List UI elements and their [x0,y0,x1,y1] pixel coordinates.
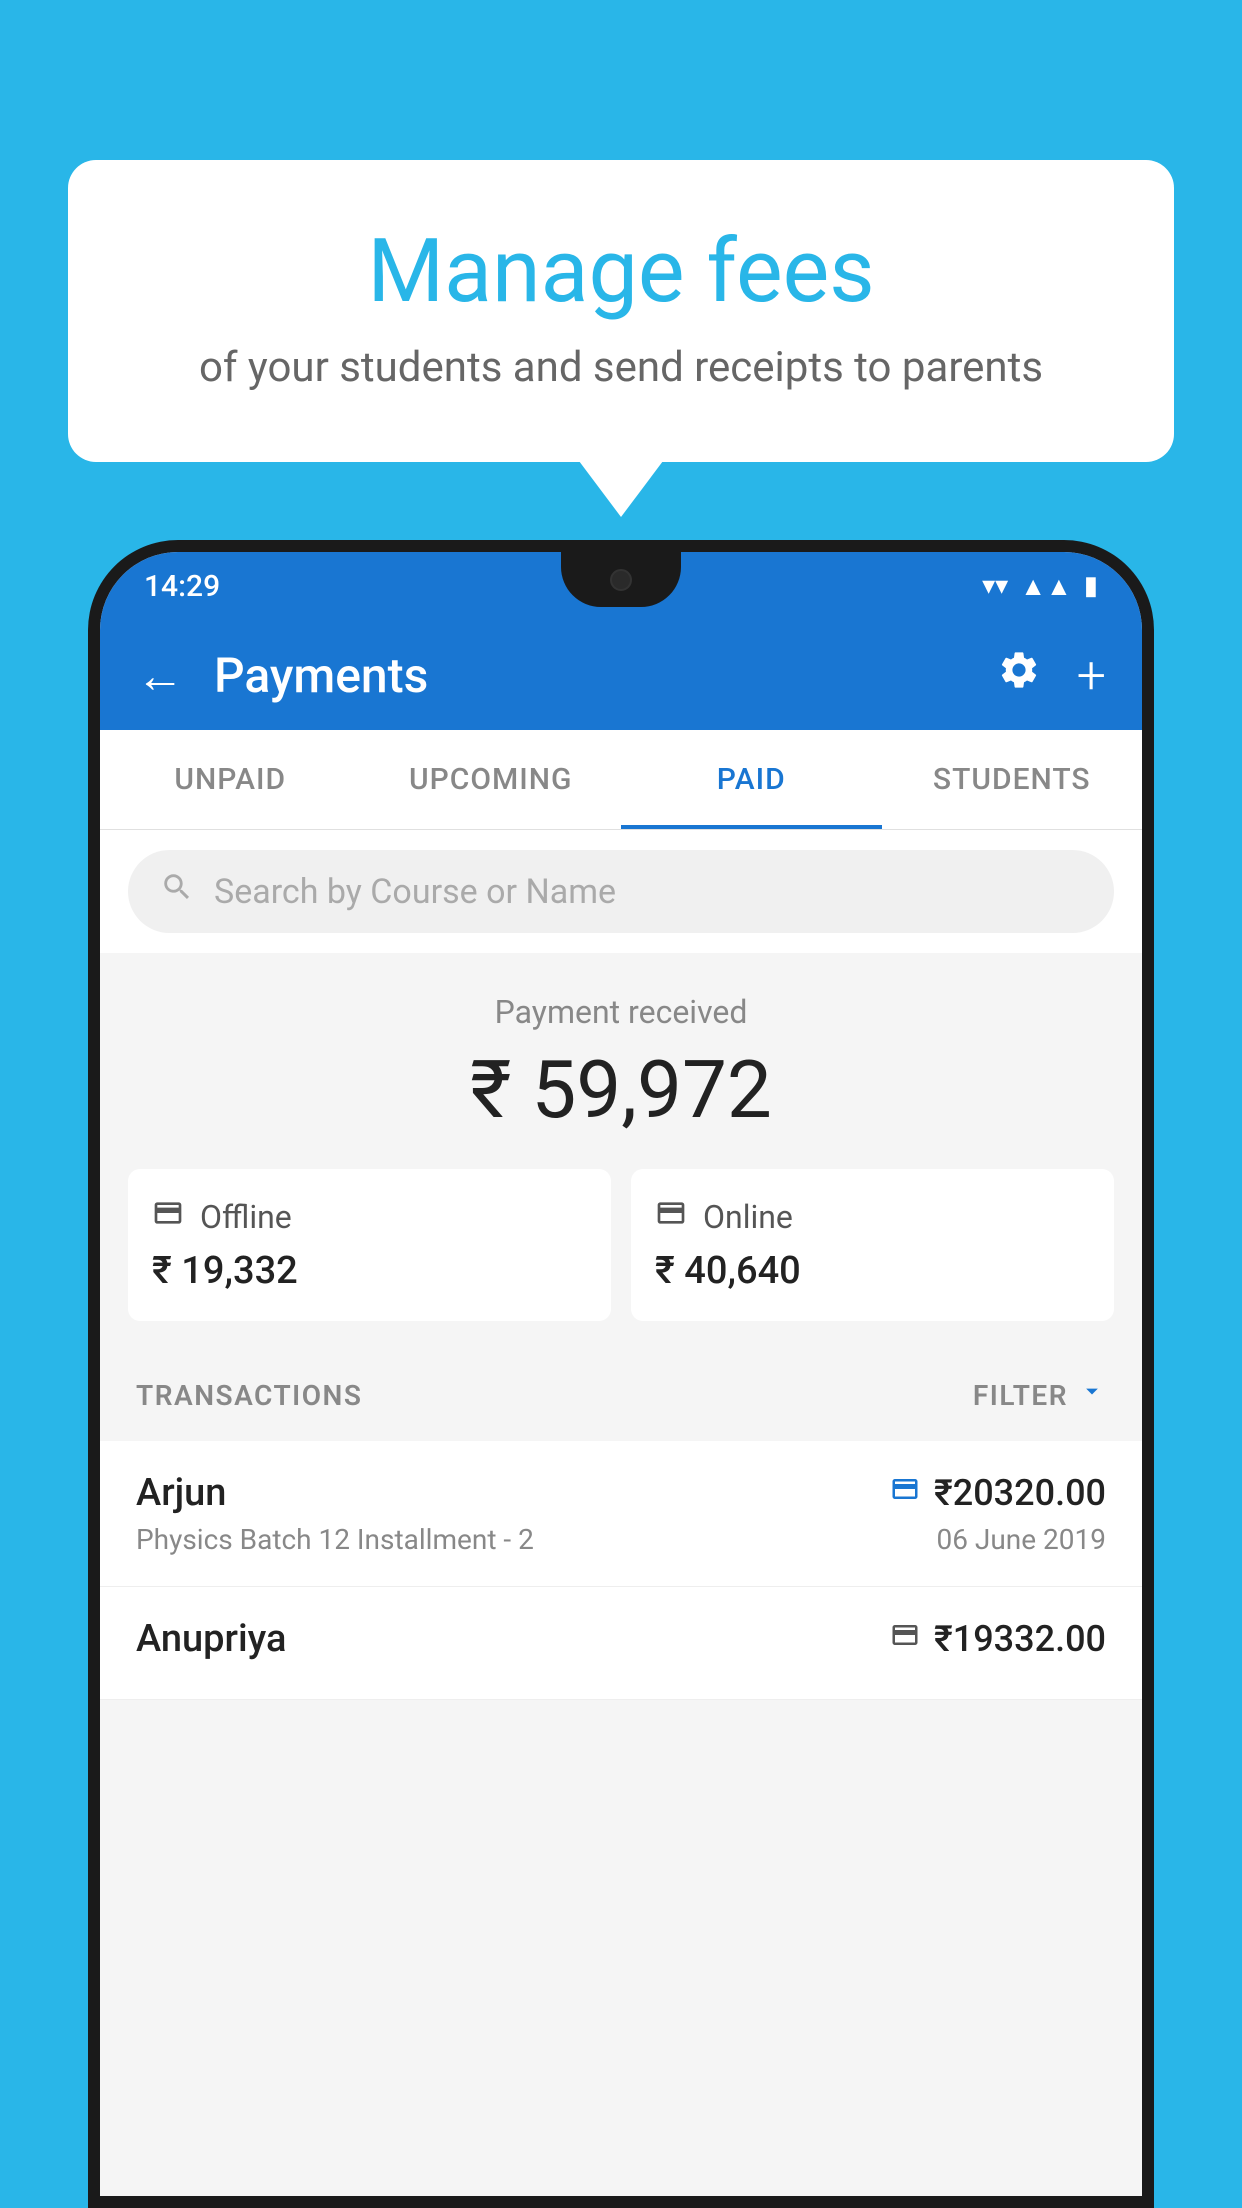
tabs: UNPAID UPCOMING PAID STUDENTS [100,730,1142,830]
online-icon [655,1197,687,1237]
transaction-type-icon [890,1474,920,1512]
payment-received-label: Payment received [128,993,1114,1031]
settings-icon[interactable] [997,648,1041,703]
online-card-header: Online [655,1197,1090,1237]
bubble-subtitle: of your students and send receipts to pa… [148,343,1094,392]
filter-icon [1078,1377,1106,1413]
status-time: 14:29 [144,569,220,604]
transaction-type-icon-2 [890,1620,920,1658]
transaction-item-arjun[interactable]: Arjun ₹20320.00 Physics Batch 12 Install… [100,1441,1142,1587]
back-button[interactable]: ← [136,647,184,704]
search-placeholder-text: Search by Course or Name [214,872,616,912]
wifi-icon: ▾▾ [982,571,1008,601]
payment-summary: Payment received ₹ 59,972 Offline ₹ 19,3… [100,953,1142,1349]
tab-upcoming[interactable]: UPCOMING [361,730,622,829]
bubble-title: Manage fees [148,220,1094,323]
phone-screen: 14:29 ▾▾ ▲▲ ▮ ← Payments + [100,552,1142,2196]
offline-label: Offline [200,1198,292,1236]
search-icon [160,870,194,913]
offline-amount: ₹ 19,332 [152,1249,587,1293]
camera [610,569,632,591]
filter-button[interactable]: FILTER [973,1377,1106,1413]
notch [561,552,681,607]
filter-label: FILTER [973,1379,1068,1412]
signal-icon: ▲▲ [1020,571,1071,602]
transaction-course: Physics Batch 12 Installment - 2 [136,1523,534,1556]
online-label: Online [703,1198,793,1236]
transaction-amount-container: ₹20320.00 [890,1472,1106,1514]
tab-paid[interactable]: PAID [621,730,882,829]
transaction-item-anupriya[interactable]: Anupriya ₹19332.00 [100,1587,1142,1700]
status-icons: ▾▾ ▲▲ ▮ [982,571,1098,602]
offline-icon [152,1197,184,1237]
transaction-row2: Physics Batch 12 Installment - 2 06 June… [136,1523,1106,1556]
transaction-row1: Arjun ₹20320.00 [136,1471,1106,1515]
transaction-name: Arjun [136,1471,226,1515]
online-card: Online ₹ 40,640 [631,1169,1114,1321]
online-amount: ₹ 40,640 [655,1249,1090,1293]
transaction-row1-2: Anupriya ₹19332.00 [136,1617,1106,1661]
transaction-amount: ₹20320.00 [934,1472,1106,1514]
tab-students[interactable]: STUDENTS [882,730,1143,829]
offline-card: Offline ₹ 19,332 [128,1169,611,1321]
transactions-label: TRANSACTIONS [136,1379,362,1412]
payment-total-amount: ₹ 59,972 [128,1043,1114,1137]
speech-bubble-container: Manage fees of your students and send re… [68,160,1174,462]
search-container: Search by Course or Name [100,830,1142,953]
tab-unpaid[interactable]: UNPAID [100,730,361,829]
transaction-name-2: Anupriya [136,1617,286,1661]
app-bar: ← Payments + [100,620,1142,730]
app-title: Payments [214,647,967,704]
add-icon[interactable]: + [1077,645,1106,706]
search-bar[interactable]: Search by Course or Name [128,850,1114,933]
payment-cards: Offline ₹ 19,332 Online ₹ 40,640 [128,1169,1114,1321]
app-bar-icons: + [997,645,1106,706]
battery-icon: ▮ [1084,571,1098,601]
transaction-date: 06 June 2019 [936,1523,1106,1556]
offline-card-header: Offline [152,1197,587,1237]
transaction-amount-2: ₹19332.00 [934,1618,1106,1660]
phone-frame: 14:29 ▾▾ ▲▲ ▮ ← Payments + [88,540,1154,2208]
transactions-header: TRANSACTIONS FILTER [100,1349,1142,1441]
transaction-amount-container-2: ₹19332.00 [890,1618,1106,1660]
status-bar: 14:29 ▾▾ ▲▲ ▮ [100,552,1142,620]
speech-bubble: Manage fees of your students and send re… [68,160,1174,462]
